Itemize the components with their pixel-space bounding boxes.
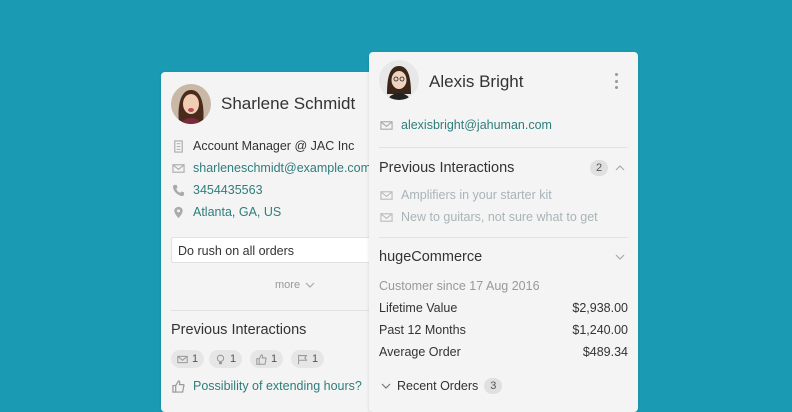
- envelope-icon: [379, 118, 393, 132]
- more-options-icon[interactable]: [613, 73, 619, 89]
- customer-since: Customer since 17 Aug 2016: [379, 279, 540, 293]
- phone-link[interactable]: 3454435563: [193, 183, 263, 197]
- notes-field[interactable]: Do rush on all orders: [171, 237, 391, 263]
- contact-name: Sharlene Schmidt: [221, 94, 356, 113]
- like-count: 1: [271, 353, 278, 365]
- location-row[interactable]: Atlanta, GA, US: [171, 205, 281, 219]
- idea-count-pill[interactable]: 1: [209, 350, 243, 368]
- interaction-item[interactable]: Amplifiers in your starter kit: [379, 188, 552, 202]
- avatar: [379, 60, 419, 100]
- email-row[interactable]: sharleneschmidt@example.com: [171, 161, 371, 175]
- stat-value: $1,240.00: [572, 323, 628, 337]
- envelope-icon: [379, 188, 393, 202]
- email-link[interactable]: alexisbright@jahuman.com: [401, 118, 552, 132]
- phone-icon: [171, 183, 185, 197]
- stat-row: Past 12 Months $1,240.00: [379, 323, 628, 337]
- interaction-item[interactable]: Possibility of extending hours?: [171, 379, 362, 393]
- stat-row: Average Order $489.34: [379, 345, 628, 359]
- email-count-pill[interactable]: 1: [171, 350, 205, 368]
- thumbs-up-icon: [171, 379, 185, 393]
- interaction-item[interactable]: New to guitars, not sure what to get: [379, 210, 598, 224]
- recent-orders-count-badge: 3: [484, 378, 503, 394]
- job-title-row: Account Manager @ JAC Inc: [171, 139, 354, 153]
- thumbs-up-icon: [256, 353, 267, 365]
- chevron-down-icon: [305, 282, 315, 288]
- location-link[interactable]: Atlanta, GA, US: [193, 205, 281, 219]
- phone-row[interactable]: 3454435563: [171, 183, 263, 197]
- chevron-down-icon: [381, 383, 391, 389]
- building-icon: [171, 139, 185, 153]
- divider: [379, 147, 628, 148]
- map-pin-icon: [171, 205, 185, 219]
- flag-count-pill[interactable]: 1: [291, 350, 325, 368]
- chevron-up-icon[interactable]: [615, 163, 625, 173]
- stat-value: $2,938.00: [572, 301, 628, 315]
- stat-label: Lifetime Value: [379, 301, 458, 315]
- interaction-text[interactable]: Amplifiers in your starter kit: [401, 188, 552, 202]
- envelope-icon: [171, 161, 185, 175]
- idea-count: 1: [230, 353, 237, 365]
- job-title: Account Manager @ JAC Inc: [193, 139, 355, 153]
- avatar: [171, 84, 211, 124]
- email-row[interactable]: alexisbright@jahuman.com: [379, 118, 552, 132]
- stat-label: Past 12 Months: [379, 323, 466, 337]
- envelope-icon: [177, 355, 188, 363]
- stat-value: $489.34: [582, 345, 628, 359]
- recent-orders-toggle[interactable]: Recent Orders 3: [381, 378, 503, 394]
- contact-card-sharlene: Sharlene Schmidt Account Manager @ JAC I…: [161, 72, 391, 412]
- flag-icon: [298, 354, 308, 364]
- contact-card-alexis: Alexis Bright alexisbright@jahuman.com P…: [369, 52, 638, 412]
- stat-row: Lifetime Value $2,938.00: [379, 301, 628, 315]
- interaction-text[interactable]: New to guitars, not sure what to get: [401, 210, 598, 224]
- divider: [171, 310, 391, 311]
- contact-name: Alexis Bright: [429, 72, 524, 91]
- interactions-count-badge: 2: [590, 160, 608, 176]
- stat-label: Average Order: [379, 345, 461, 359]
- email-link[interactable]: sharleneschmidt@example.com: [193, 161, 371, 175]
- like-count-pill[interactable]: 1: [250, 350, 284, 368]
- lightbulb-icon: [216, 354, 225, 364]
- divider: [379, 237, 628, 238]
- interaction-text[interactable]: Possibility of extending hours?: [193, 379, 362, 393]
- email-count: 1: [192, 353, 199, 365]
- flag-count: 1: [312, 353, 319, 365]
- more-button[interactable]: more: [275, 279, 315, 291]
- previous-interactions-title: Previous Interactions: [171, 322, 307, 338]
- commerce-title: hugeCommerce: [379, 249, 483, 265]
- recent-orders-label: Recent Orders: [397, 379, 479, 393]
- chevron-down-icon[interactable]: [615, 252, 625, 262]
- previous-interactions-title: Previous Interactions: [379, 160, 515, 176]
- envelope-icon: [379, 210, 393, 224]
